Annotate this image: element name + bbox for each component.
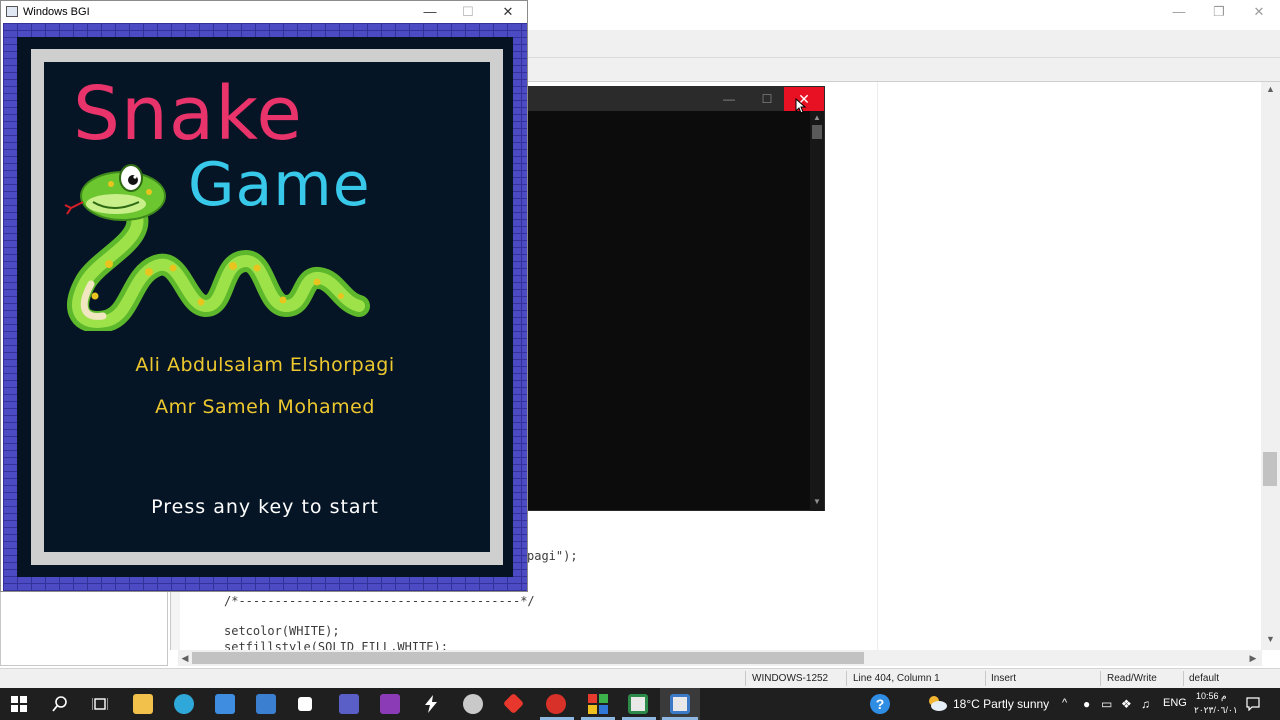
status-encoding: WINDOWS-1252 xyxy=(752,673,829,684)
app-bolt-icon[interactable] xyxy=(424,695,438,713)
chevron-up-icon[interactable]: ^ xyxy=(1062,697,1067,709)
weather-text[interactable]: 18°C Partly sunny xyxy=(953,697,1049,711)
console-scrollbar[interactable]: ▲ ▼ xyxy=(810,111,824,511)
file-explorer-icon[interactable] xyxy=(133,694,153,714)
search-icon[interactable] xyxy=(52,696,68,712)
author-2: Amr Sameh Mohamed xyxy=(155,396,375,418)
ide-close-icon[interactable]: ✕ xyxy=(1246,3,1272,21)
scroll-down-icon[interactable]: ▼ xyxy=(1261,634,1280,648)
console-minimize-icon[interactable]: — xyxy=(718,91,740,107)
author-1: Ali Abdulsalam Elshorpagi xyxy=(135,354,395,376)
start-prompt: Press any key to start xyxy=(151,496,379,518)
store-icon[interactable] xyxy=(215,694,235,714)
project-panel[interactable] xyxy=(0,590,168,666)
teams-icon[interactable] xyxy=(339,694,359,714)
bgi-maximize-icon[interactable]: ☐ xyxy=(455,3,481,21)
language-indicator[interactable]: ENG xyxy=(1163,697,1187,709)
app-g-icon[interactable] xyxy=(380,694,400,714)
dropbox-icon[interactable] xyxy=(298,697,312,711)
scroll-thumb[interactable] xyxy=(812,125,822,139)
taskbar: ? 18°C Partly sunny ^ ● ▭ ❖ ♫ ENG 10:56 … xyxy=(0,688,1280,720)
bgi-app-icon xyxy=(6,6,18,17)
scroll-down-icon[interactable]: ▼ xyxy=(810,497,824,509)
mouse-cursor-icon xyxy=(795,98,807,114)
network-icon[interactable]: ❖ xyxy=(1121,697,1132,711)
microphone-icon[interactable]: ● xyxy=(1083,697,1090,711)
editor-horizontal-scrollbar[interactable]: ◀ ▶ xyxy=(178,650,1262,666)
ide-restore-icon[interactable]: ❐ xyxy=(1206,3,1232,21)
code-line[interactable]: /*--------------------------------------… xyxy=(224,594,535,608)
bgi-close-icon[interactable]: ✕ xyxy=(495,3,521,21)
console-maximize-icon[interactable]: ☐ xyxy=(756,91,778,107)
app-grid-icon[interactable] xyxy=(588,694,608,714)
desktop: — ❐ ✕ pagi"); /*------------------------… xyxy=(0,0,1280,720)
code-line[interactable]: pagi"); xyxy=(527,549,578,563)
windows-start-icon[interactable] xyxy=(11,696,27,712)
status-access: Read/Write xyxy=(1107,673,1157,684)
editor-right-margin xyxy=(877,82,878,650)
bgi-title-bar[interactable]: Windows BGI — ☐ ✕ xyxy=(1,1,527,23)
help-icon[interactable]: ? xyxy=(870,694,890,714)
battery-icon[interactable]: ▭ xyxy=(1101,697,1112,711)
app-diamond-icon[interactable] xyxy=(502,692,525,715)
ide-minimize-icon[interactable]: — xyxy=(1166,3,1192,21)
edge-icon[interactable] xyxy=(174,694,194,714)
console-window[interactable]: — ☐ ✕ ▲ ▼ xyxy=(527,86,825,511)
app-red-circle-icon[interactable] xyxy=(546,694,566,714)
scroll-right-icon[interactable]: ▶ xyxy=(1246,650,1260,666)
editor-vertical-scrollbar[interactable]: ▲ ▼ xyxy=(1261,82,1280,650)
editor-gutter xyxy=(170,590,180,650)
clock-date[interactable]: ٢٠٢٣/٠٦/٠١ xyxy=(1194,705,1238,716)
title-snake: Snake xyxy=(73,71,303,157)
bgi-minimize-icon[interactable]: — xyxy=(417,3,443,21)
app-figure-icon[interactable] xyxy=(463,694,483,714)
scroll-up-icon[interactable]: ▲ xyxy=(1261,84,1280,98)
task-view-icon[interactable] xyxy=(92,696,108,712)
status-mode: Insert xyxy=(991,673,1017,684)
weather-icon[interactable] xyxy=(926,694,948,712)
clock-time[interactable]: 10:56 م xyxy=(1196,691,1227,702)
devcpp-icon[interactable] xyxy=(628,694,648,714)
scroll-thumb[interactable] xyxy=(192,652,864,664)
bgi-window[interactable]: Windows BGI — ☐ ✕ Snake Game Ali Abdulsa… xyxy=(0,0,528,592)
snake-illustration xyxy=(64,164,370,331)
status-position: Line 404, Column 1 xyxy=(853,673,940,684)
bgi-window-title: Windows BGI xyxy=(23,6,90,18)
code-line[interactable]: setfillstyle(SOLID_FILL,WHITE); xyxy=(224,640,448,650)
status-bar: WINDOWS-1252 Line 404, Column 1 Insert R… xyxy=(0,668,1280,688)
console-title-bar[interactable]: — ☐ ✕ xyxy=(528,87,824,111)
mail-icon[interactable] xyxy=(256,694,276,714)
scroll-thumb[interactable] xyxy=(1263,452,1277,486)
notification-icon[interactable] xyxy=(1246,697,1260,711)
volume-icon[interactable]: ♫ xyxy=(1141,697,1150,711)
bgi-window-icon[interactable] xyxy=(670,694,690,714)
code-line[interactable]: setcolor(WHITE); xyxy=(224,624,340,638)
scroll-up-icon[interactable]: ▲ xyxy=(810,113,824,125)
scroll-left-icon[interactable]: ◀ xyxy=(178,650,192,666)
status-profile: default xyxy=(1189,673,1220,684)
